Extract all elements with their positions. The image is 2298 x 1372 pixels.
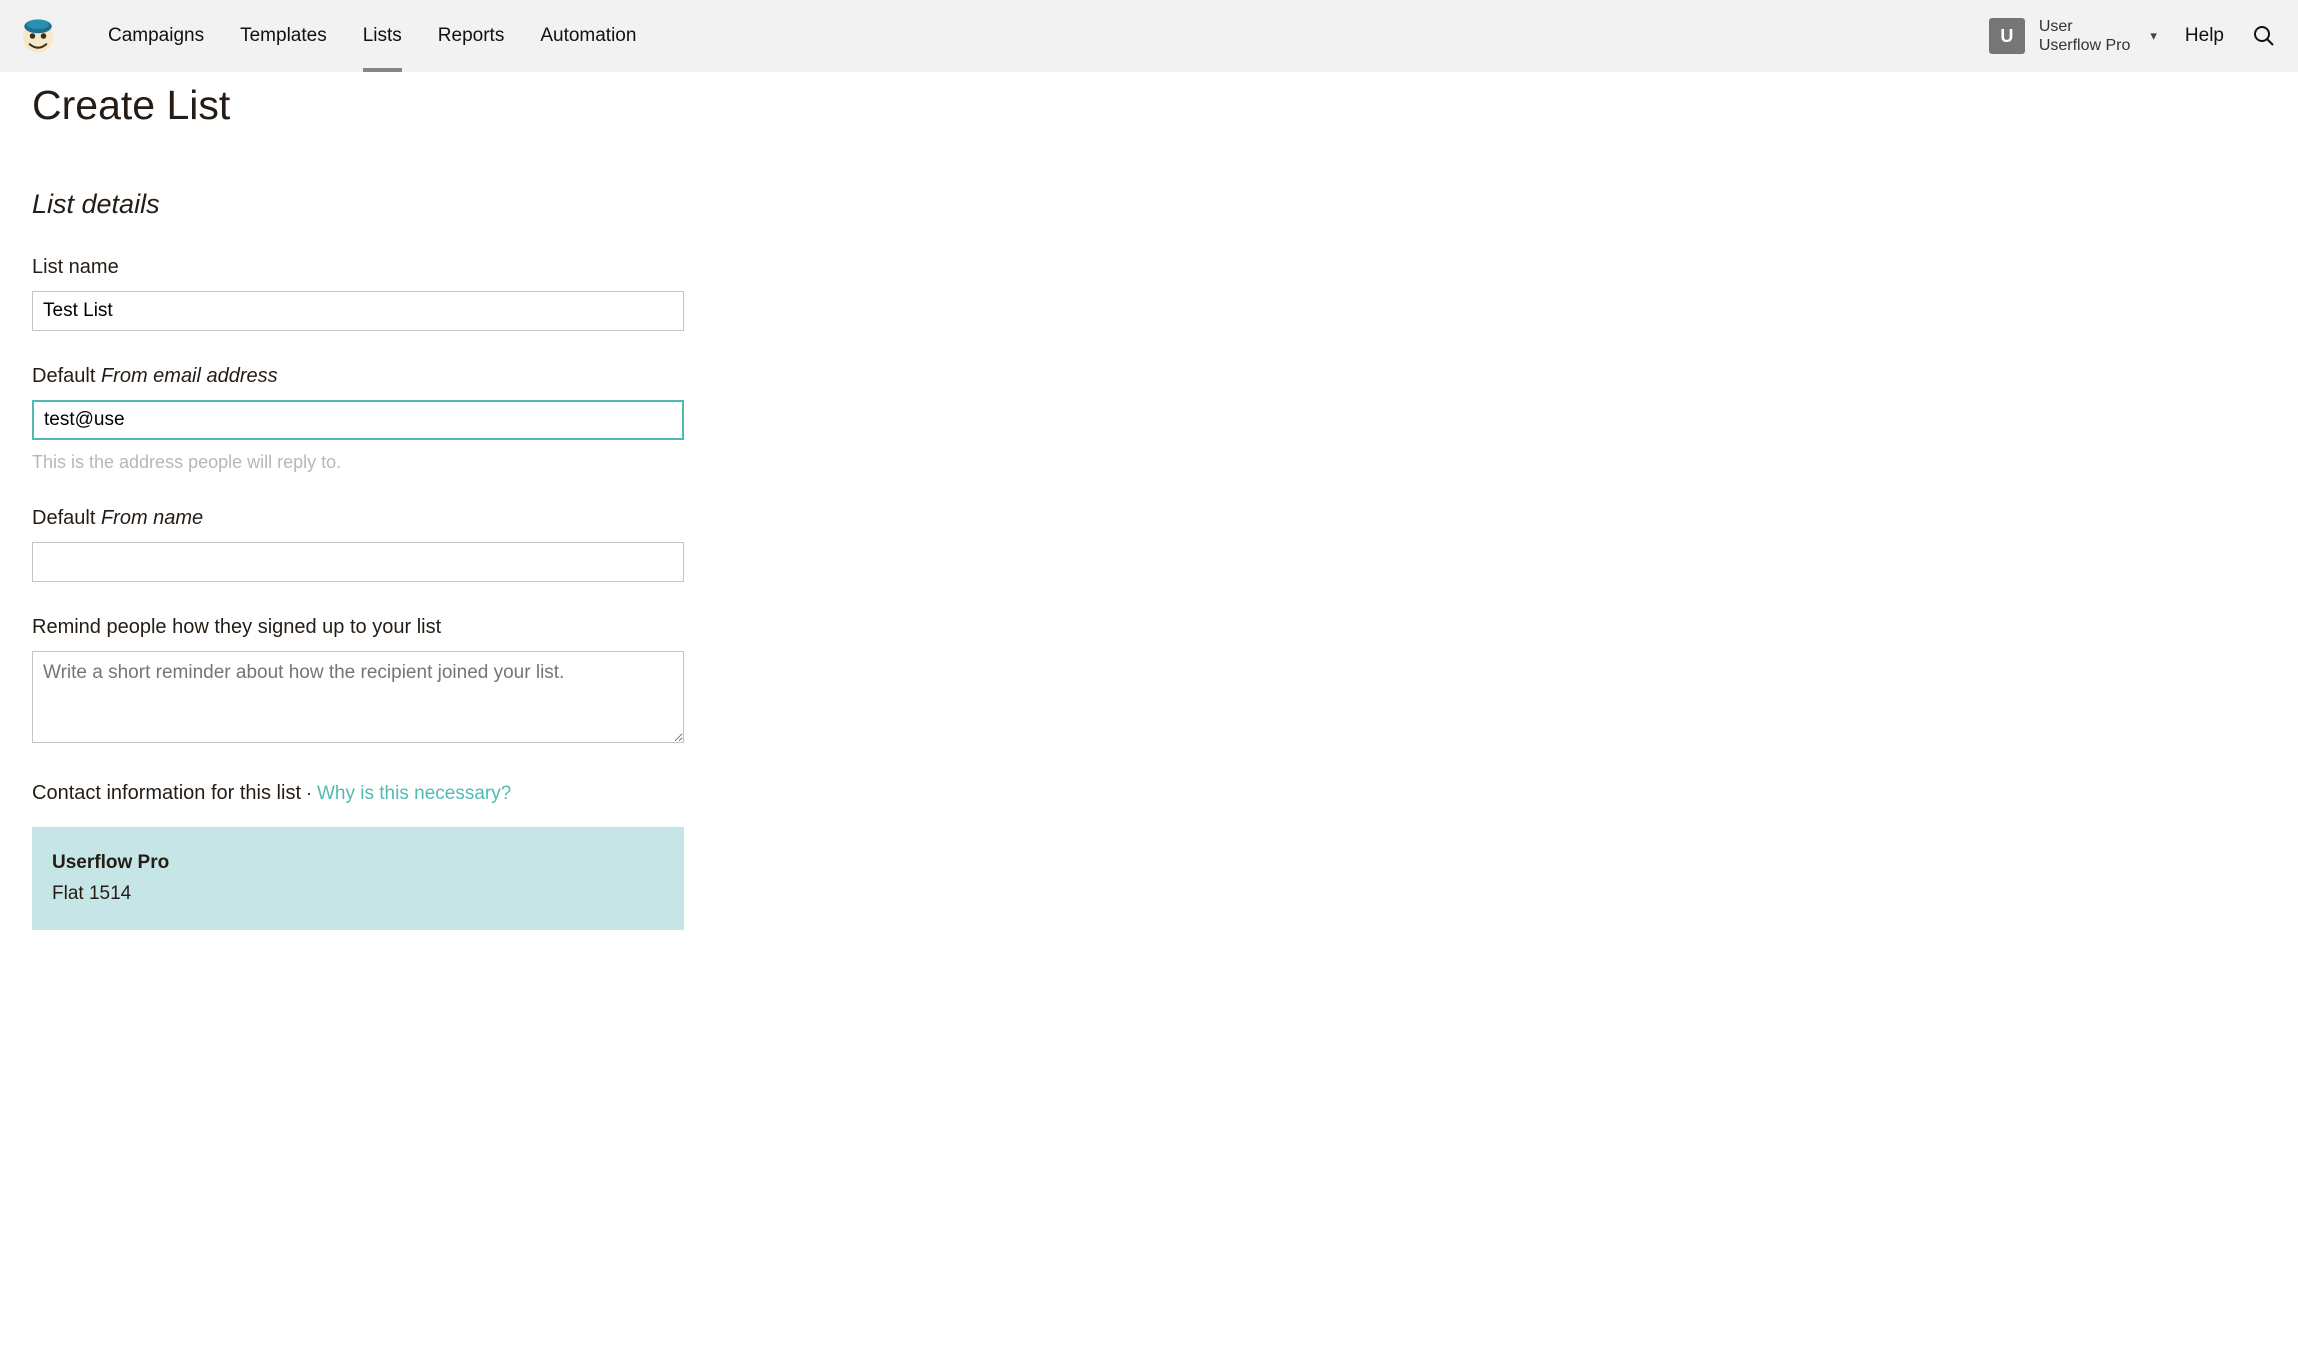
contact-info-box: Userflow Pro Flat 1514 xyxy=(32,827,684,930)
textarea-reminder[interactable] xyxy=(32,651,684,743)
nav-reports[interactable]: Reports xyxy=(420,0,523,72)
primary-nav: Campaigns Templates Lists Reports Automa… xyxy=(90,0,654,72)
user-org: Userflow Pro xyxy=(2039,36,2131,55)
user-name: User xyxy=(2039,17,2131,36)
search-icon[interactable] xyxy=(2252,24,2276,48)
label-from-name-prefix: Default xyxy=(32,507,101,529)
help-link[interactable]: Help xyxy=(2185,25,2224,47)
label-from-email-italic: From email address xyxy=(101,365,278,387)
nav-campaigns[interactable]: Campaigns xyxy=(90,0,222,72)
label-from-name: Default From name xyxy=(32,507,684,530)
chevron-down-icon: ▾ xyxy=(2150,28,2157,44)
input-list-name[interactable] xyxy=(32,291,684,331)
label-from-email: Default From email address xyxy=(32,365,684,388)
input-from-name[interactable] xyxy=(32,542,684,582)
contact-separator: · xyxy=(301,783,317,803)
contact-line-1: Flat 1514 xyxy=(52,880,664,909)
label-list-name: List name xyxy=(32,256,684,279)
contact-header: Contact information for this list xyxy=(32,782,301,804)
nav-automation[interactable]: Automation xyxy=(522,0,654,72)
user-menu[interactable]: U User Userflow Pro ▾ xyxy=(1989,17,2157,55)
field-from-name: Default From name xyxy=(32,507,684,582)
label-from-name-italic: From name xyxy=(101,507,203,529)
field-list-name: List name xyxy=(32,256,684,331)
contact-org: Userflow Pro xyxy=(52,849,664,878)
top-navigation-bar: Campaigns Templates Lists Reports Automa… xyxy=(0,0,2298,72)
page-body: Create List List details List name Defau… xyxy=(0,72,2298,970)
why-necessary-link[interactable]: Why is this necessary? xyxy=(317,783,511,804)
helper-from-email: This is the address people will reply to… xyxy=(32,452,684,473)
page-title: Create List xyxy=(32,82,2266,129)
field-reminder: Remind people how they signed up to your… xyxy=(32,616,684,748)
field-from-email: Default From email address This is the a… xyxy=(32,365,684,473)
section-title-list-details: List details xyxy=(32,189,2266,220)
label-from-email-prefix: Default xyxy=(32,365,101,387)
mailchimp-logo[interactable] xyxy=(16,14,60,58)
user-texts: User Userflow Pro xyxy=(2039,17,2131,55)
user-avatar: U xyxy=(1989,18,2025,54)
label-reminder: Remind people how they signed up to your… xyxy=(32,616,684,639)
nav-templates[interactable]: Templates xyxy=(222,0,345,72)
contact-section: Contact information for this list · Why … xyxy=(32,782,2266,930)
topbar-right: U User Userflow Pro ▾ Help xyxy=(1989,17,2276,55)
input-from-email[interactable] xyxy=(32,400,684,440)
nav-lists[interactable]: Lists xyxy=(345,0,420,72)
